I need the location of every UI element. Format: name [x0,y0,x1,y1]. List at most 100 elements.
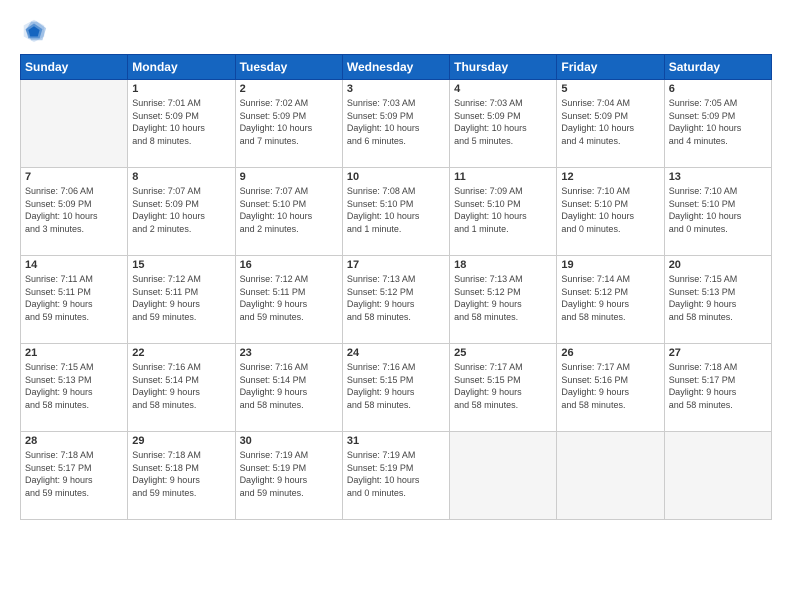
day-number: 27 [669,347,767,359]
day-cell: 19 Sunrise: 7:14 AM Sunset: 5:12 PM Dayli… [557,256,664,344]
day-info: Sunrise: 7:15 AM Sunset: 5:13 PM Dayligh… [669,273,767,323]
day-cell: 29 Sunrise: 7:18 AM Sunset: 5:18 PM Dayli… [128,432,235,520]
day-cell: 10Sunrise: 7:08 AM Sunset: 5:10 PM Dayli… [342,168,449,256]
day-number: 28 [25,435,123,447]
day-number: 23 [240,347,338,359]
day-number: 10 [347,171,445,183]
day-cell: 5Sunrise: 7:04 AM Sunset: 5:09 PM Daylig… [557,80,664,168]
day-number: 29 [132,435,230,447]
day-info: Sunrise: 7:18 AM Sunset: 5:18 PM Dayligh… [132,449,230,499]
day-number: 30 [240,435,338,447]
day-cell: 3 Sunrise: 7:03 AM Sunset: 5:09 PM Daylig… [342,80,449,168]
day-info: Sunrise: 7:11 AM Sunset: 5:11 PM Dayligh… [25,273,123,323]
day-info: Sunrise: 7:13 AM Sunset: 5:12 PM Dayligh… [454,273,552,323]
day-info: Sunrise: 7:07 AM Sunset: 5:09 PM Dayligh… [132,185,230,235]
day-cell: 7 Sunrise: 7:06 AM Sunset: 5:09 PM Daylig… [21,168,128,256]
day-info: Sunrise: 7:19 AM Sunset: 5:19 PM Dayligh… [240,449,338,499]
day-number: 14 [25,259,123,271]
day-info: Sunrise: 7:18 AM Sunset: 5:17 PM Dayligh… [25,449,123,499]
day-number: 26 [561,347,659,359]
day-header: Tuesday [235,55,342,80]
day-cell: 9 Sunrise: 7:07 AM Sunset: 5:10 PM Daylig… [235,168,342,256]
day-info: Sunrise: 7:14 AM Sunset: 5:12 PM Dayligh… [561,273,659,323]
day-cell: 27 Sunrise: 7:18 AM Sunset: 5:17 PM Dayli… [664,344,771,432]
day-number: 18 [454,259,552,271]
day-number: 9 [240,171,338,183]
week-row: 7 Sunrise: 7:06 AM Sunset: 5:09 PM Daylig… [21,168,772,256]
day-number: 31 [347,435,445,447]
day-info: Sunrise: 7:12 AM Sunset: 5:11 PM Dayligh… [132,273,230,323]
day-number: 6 [669,83,767,95]
day-info: Sunrise: 7:12 AM Sunset: 5:11 PM Dayligh… [240,273,338,323]
day-cell [557,432,664,520]
day-number: 2 [240,83,338,95]
day-cell: 14 Sunrise: 7:11 AM Sunset: 5:11 PM Dayli… [21,256,128,344]
day-cell: 24 Sunrise: 7:16 AM Sunset: 5:15 PM Dayli… [342,344,449,432]
day-number: 3 [347,83,445,95]
day-info: Sunrise: 7:06 AM Sunset: 5:09 PM Dayligh… [25,185,123,235]
day-number: 7 [25,171,123,183]
day-info: Sunrise: 7:16 AM Sunset: 5:14 PM Dayligh… [132,361,230,411]
day-info: Sunrise: 7:15 AM Sunset: 5:13 PM Dayligh… [25,361,123,411]
day-number: 16 [240,259,338,271]
day-info: Sunrise: 7:05 AM Sunset: 5:09 PM Dayligh… [669,97,767,147]
day-cell: 18 Sunrise: 7:13 AM Sunset: 5:12 PM Dayli… [450,256,557,344]
day-info: Sunrise: 7:17 AM Sunset: 5:15 PM Dayligh… [454,361,552,411]
day-cell: 4 Sunrise: 7:03 AM Sunset: 5:09 PM Daylig… [450,80,557,168]
week-row: 28 Sunrise: 7:18 AM Sunset: 5:17 PM Dayli… [21,432,772,520]
day-cell [664,432,771,520]
day-number: 20 [669,259,767,271]
day-header: Thursday [450,55,557,80]
day-info: Sunrise: 7:01 AM Sunset: 5:09 PM Dayligh… [132,97,230,147]
day-number: 17 [347,259,445,271]
header-row: SundayMondayTuesdayWednesdayThursdayFrid… [21,55,772,80]
day-number: 12 [561,171,659,183]
day-info: Sunrise: 7:10 AM Sunset: 5:10 PM Dayligh… [669,185,767,235]
day-cell: 15 Sunrise: 7:12 AM Sunset: 5:11 PM Dayli… [128,256,235,344]
day-info: Sunrise: 7:13 AM Sunset: 5:12 PM Dayligh… [347,273,445,323]
day-info: Sunrise: 7:10 AM Sunset: 5:10 PM Dayligh… [561,185,659,235]
day-cell: 12 Sunrise: 7:10 AM Sunset: 5:10 PM Dayli… [557,168,664,256]
day-info: Sunrise: 7:18 AM Sunset: 5:17 PM Dayligh… [669,361,767,411]
day-cell: 17 Sunrise: 7:13 AM Sunset: 5:12 PM Dayli… [342,256,449,344]
day-number: 19 [561,259,659,271]
day-info: Sunrise: 7:07 AM Sunset: 5:10 PM Dayligh… [240,185,338,235]
day-info: Sunrise: 7:19 AM Sunset: 5:19 PM Dayligh… [347,449,445,499]
day-cell: 31 Sunrise: 7:19 AM Sunset: 5:19 PM Dayli… [342,432,449,520]
day-info: Sunrise: 7:02 AM Sunset: 5:09 PM Dayligh… [240,97,338,147]
day-cell: 2 Sunrise: 7:02 AM Sunset: 5:09 PM Daylig… [235,80,342,168]
day-cell: 22Sunrise: 7:16 AM Sunset: 5:14 PM Dayli… [128,344,235,432]
day-cell [450,432,557,520]
day-number: 24 [347,347,445,359]
day-number: 11 [454,171,552,183]
logo [20,16,52,44]
day-info: Sunrise: 7:03 AM Sunset: 5:09 PM Dayligh… [347,97,445,147]
day-info: Sunrise: 7:04 AM Sunset: 5:09 PM Dayligh… [561,97,659,147]
day-cell: 25 Sunrise: 7:17 AM Sunset: 5:15 PM Dayli… [450,344,557,432]
week-row: 14 Sunrise: 7:11 AM Sunset: 5:11 PM Dayli… [21,256,772,344]
day-header: Sunday [21,55,128,80]
day-number: 4 [454,83,552,95]
day-header: Saturday [664,55,771,80]
page: SundayMondayTuesdayWednesdayThursdayFrid… [0,0,792,612]
day-cell: 6 Sunrise: 7:05 AM Sunset: 5:09 PM Daylig… [664,80,771,168]
day-cell [21,80,128,168]
day-cell: 26 Sunrise: 7:17 AM Sunset: 5:16 PM Dayli… [557,344,664,432]
day-number: 8 [132,171,230,183]
day-info: Sunrise: 7:17 AM Sunset: 5:16 PM Dayligh… [561,361,659,411]
day-cell: 8 Sunrise: 7:07 AM Sunset: 5:09 PM Daylig… [128,168,235,256]
day-cell: 20 Sunrise: 7:15 AM Sunset: 5:13 PM Dayli… [664,256,771,344]
week-row: 1 Sunrise: 7:01 AM Sunset: 5:09 PM Daylig… [21,80,772,168]
day-info: Sunrise: 7:16 AM Sunset: 5:15 PM Dayligh… [347,361,445,411]
header [20,16,772,44]
day-header: Monday [128,55,235,80]
day-header: Wednesday [342,55,449,80]
day-info: Sunrise: 7:03 AM Sunset: 5:09 PM Dayligh… [454,97,552,147]
day-cell: 21Sunrise: 7:15 AM Sunset: 5:13 PM Dayli… [21,344,128,432]
day-info: Sunrise: 7:16 AM Sunset: 5:14 PM Dayligh… [240,361,338,411]
day-number: 15 [132,259,230,271]
day-number: 25 [454,347,552,359]
day-cell: 11Sunrise: 7:09 AM Sunset: 5:10 PM Dayli… [450,168,557,256]
day-number: 1 [132,83,230,95]
day-cell: 28 Sunrise: 7:18 AM Sunset: 5:17 PM Dayli… [21,432,128,520]
